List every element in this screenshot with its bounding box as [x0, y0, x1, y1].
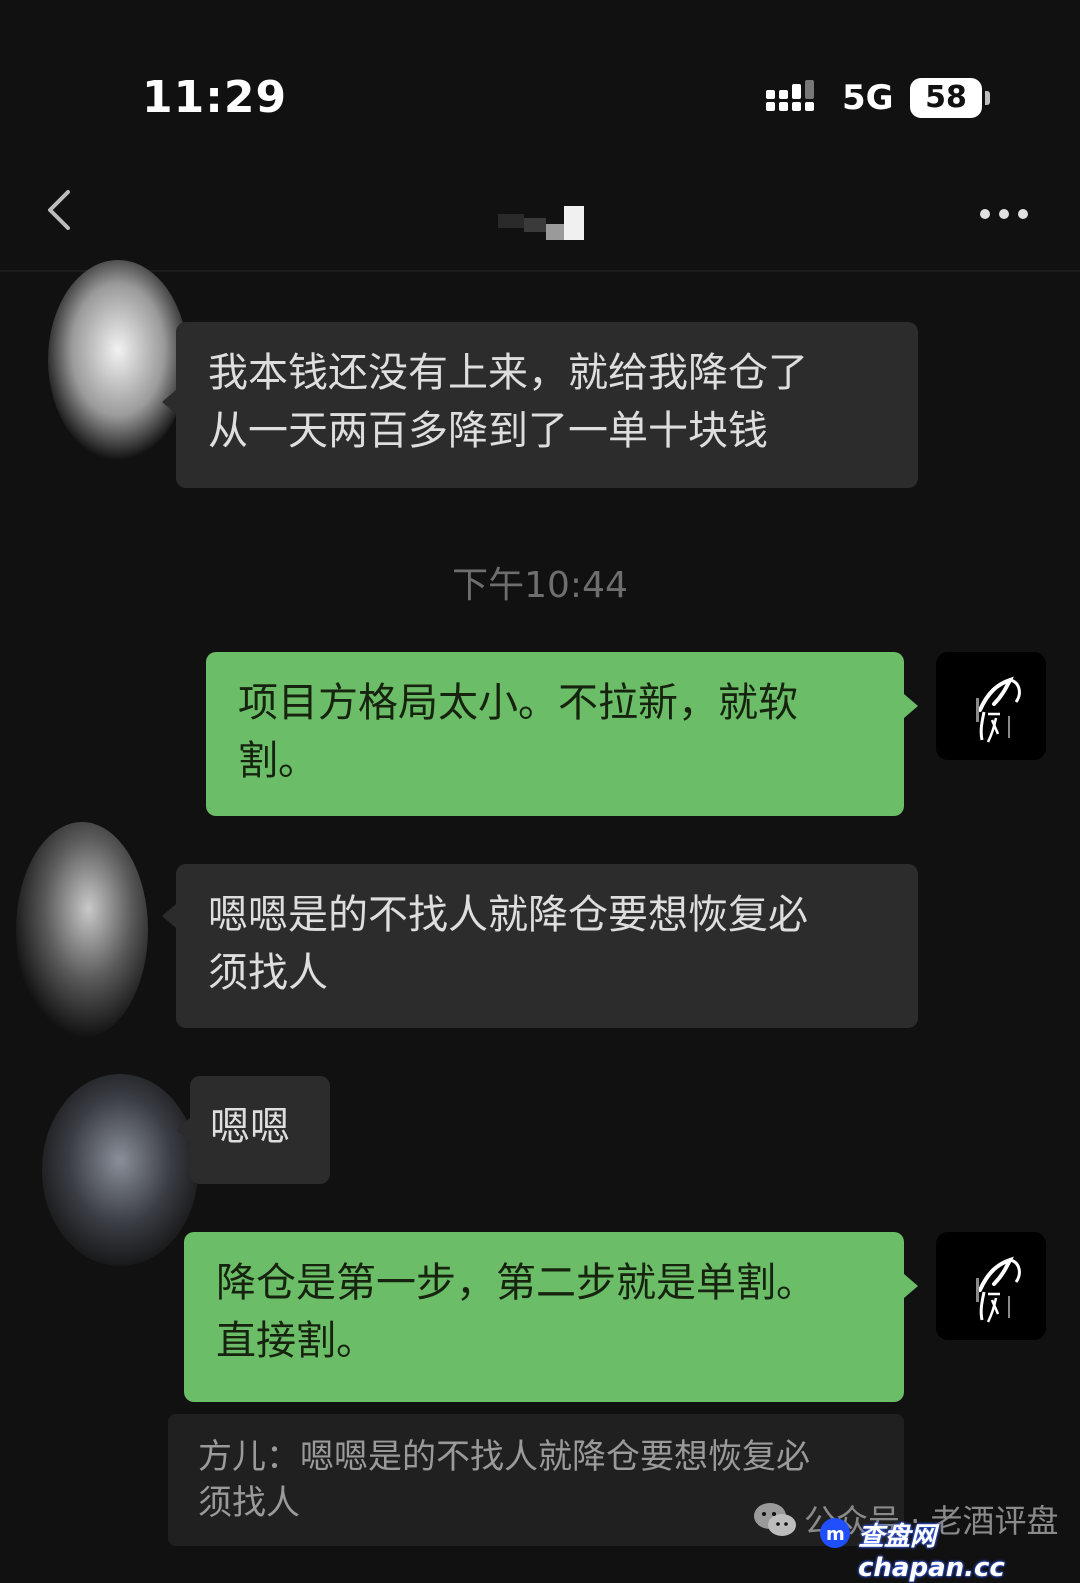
self-avatar[interactable]	[936, 652, 1046, 760]
site-logo-icon: m	[820, 1518, 850, 1548]
ellipsis-icon[interactable]	[978, 206, 1030, 222]
wechat-icon	[754, 1503, 796, 1536]
chevron-left-icon[interactable]	[40, 186, 80, 234]
signal-icon	[766, 80, 814, 111]
bubble-tail	[904, 1274, 918, 1298]
site-watermark: 查盘网 chapan.cc	[858, 1522, 1005, 1583]
message-bubble-outgoing[interactable]: 降仓是第一步，第二步就是单割。 直接割。	[184, 1232, 904, 1402]
self-avatar[interactable]	[936, 1232, 1046, 1340]
battery-tip	[985, 91, 990, 105]
message-bubble-incoming[interactable]: 我本钱还没有上来，就给我降仓了 从一天两百多降到了一单十块钱	[176, 322, 918, 488]
chat-title-redacted	[498, 206, 584, 240]
message-bubble-incoming[interactable]: 嗯嗯	[190, 1076, 330, 1184]
bubble-tail	[176, 1118, 190, 1142]
contact-avatar-blurred[interactable]	[0, 820, 150, 1050]
contact-avatar-blurred[interactable]	[40, 250, 190, 480]
bubble-tail	[162, 390, 176, 414]
battery-level: 58	[910, 78, 982, 118]
bubble-tail	[904, 694, 918, 718]
message-bubble-outgoing[interactable]: 项目方格局太小。不拉新，就软 割。	[206, 652, 904, 816]
status-time: 11:29	[142, 72, 288, 123]
calligraphy-logo-icon	[976, 676, 1021, 743]
network-type: 5G	[842, 78, 894, 118]
contact-avatar-blurred[interactable]	[30, 1070, 200, 1270]
message-bubble-incoming[interactable]: 嗯嗯是的不找人就降仓要想恢复必 须找人	[176, 864, 918, 1028]
chat-timestamp: 下午10:44	[452, 565, 628, 606]
bubble-tail	[162, 904, 176, 928]
calligraphy-logo-icon	[976, 1256, 1021, 1323]
svg-text:m: m	[826, 1524, 845, 1545]
